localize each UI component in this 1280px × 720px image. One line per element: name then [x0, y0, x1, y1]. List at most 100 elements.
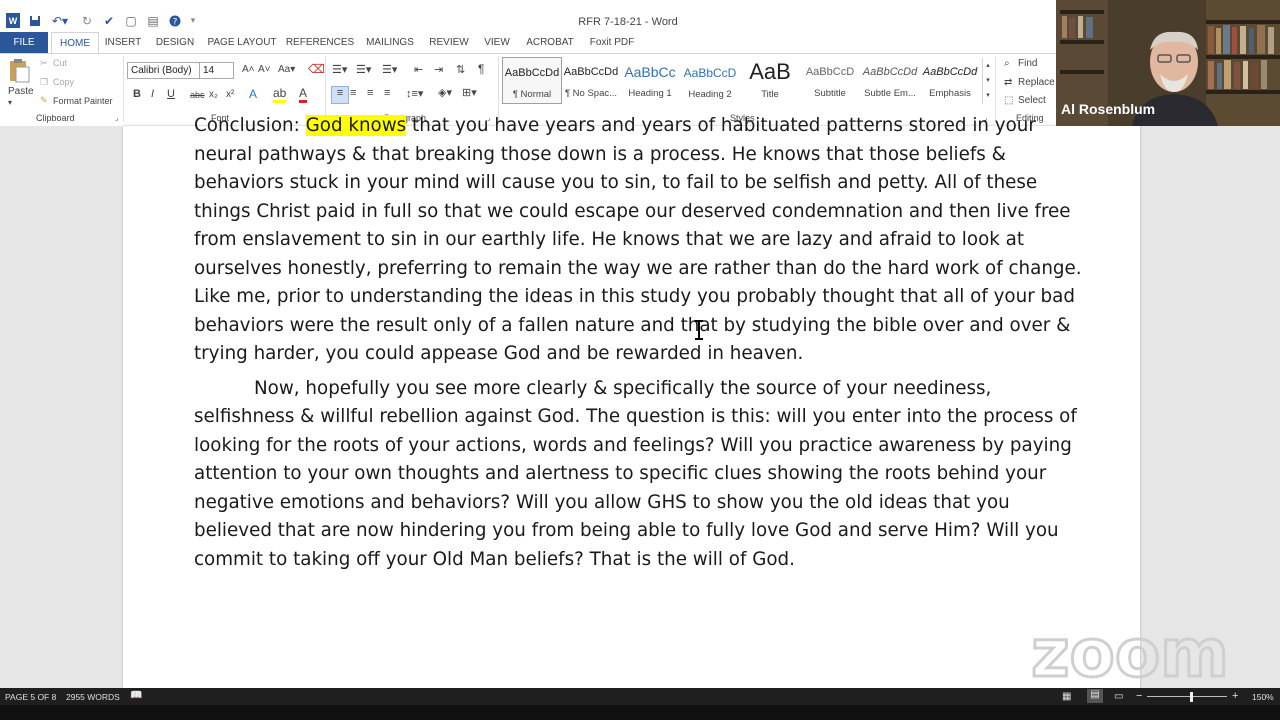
zoom-slider-thumb[interactable] [1190, 692, 1193, 702]
style-sample: AaBbCcD [805, 66, 855, 78]
print-layout-icon[interactable]: ▤ [1087, 689, 1103, 703]
replace-icon[interactable]: ⇄ [1004, 77, 1012, 88]
style-name: ¶ No Spac... [564, 88, 618, 99]
paragraph-1[interactable]: Conclusion: God knows that you have year… [194, 112, 1084, 369]
style-name: Subtitle [814, 88, 846, 99]
zoom-watermark-text: zoom [1031, 622, 1229, 684]
align-left-icon[interactable]: ≡ [331, 86, 349, 104]
font-name-box[interactable]: Calibri (Body) [127, 62, 200, 79]
zoom-slider[interactable] [1147, 696, 1227, 697]
copy-icon[interactable]: ❐ [40, 77, 48, 88]
bold-button[interactable]: B [133, 88, 141, 100]
tab-insert[interactable]: INSERT [100, 32, 146, 53]
bullets-icon[interactable]: ☰▾ [332, 63, 347, 76]
clipboard-group-label: Clipboard [36, 113, 75, 123]
change-case-icon[interactable]: Aa▾ [278, 64, 295, 75]
superscript-button[interactable]: x² [226, 89, 234, 100]
style-sample: AaBbCcDd [504, 67, 560, 79]
paste-button[interactable]: Paste [8, 86, 34, 97]
tab-design[interactable]: DESIGN [150, 32, 200, 53]
numbering-icon[interactable]: ☰▾ [356, 63, 371, 76]
tab-home[interactable]: HOME [51, 32, 99, 54]
text-run: Now, hopefully you see more clearly & sp… [194, 377, 1077, 570]
style-name: ¶ Normal [512, 89, 552, 100]
increase-indent-icon[interactable]: ⇥ [434, 63, 443, 76]
style-emphasis[interactable]: AaBbCcDd Emphasis [921, 57, 979, 102]
cut-icon[interactable]: ✂ [40, 58, 48, 69]
style-normal[interactable]: AaBbCcDd ¶ Normal [502, 57, 562, 104]
style-sample: AaB [749, 59, 791, 84]
style-name: Heading 1 [628, 88, 672, 99]
tab-foxit-pdf[interactable]: Foxit PDF [584, 32, 640, 53]
line-spacing-icon[interactable]: ↕≡▾ [406, 87, 423, 100]
tab-page-layout[interactable]: PAGE LAYOUT [204, 32, 280, 53]
decrease-indent-icon[interactable]: ⇤ [414, 63, 423, 76]
tab-mailings[interactable]: MAILINGS [360, 32, 420, 53]
clipboard-launcher-icon[interactable]: ⌟ [115, 114, 118, 122]
style-subtitle[interactable]: AaBbCcD Subtitle [801, 57, 859, 102]
copy-button[interactable]: Copy [53, 77, 74, 87]
replace-button[interactable]: Replace [1018, 77, 1055, 88]
zoom-out-icon[interactable]: − [1136, 690, 1142, 702]
strikethrough-button[interactable]: abc [190, 90, 205, 100]
subscript-button[interactable]: x₂ [209, 89, 218, 100]
borders-icon[interactable]: ⊞▾ [462, 86, 477, 99]
style-sample: AaBbCcDd [563, 66, 619, 78]
style-sample: AaBbCc [624, 64, 676, 80]
underline-button[interactable]: U [167, 88, 175, 100]
shrink-font-icon[interactable]: A˅ [258, 64, 271, 75]
align-right-icon[interactable]: ≡ [367, 87, 373, 99]
tab-acrobat[interactable]: ACROBAT [520, 32, 580, 53]
page-count[interactable]: PAGE 5 OF 8 [5, 692, 56, 702]
highlighted-text: God knows [305, 115, 407, 136]
style-title[interactable]: AaB Title [741, 57, 799, 102]
style-heading-2[interactable]: AaBbCcD Heading 2 [681, 57, 739, 102]
clear-formatting-icon[interactable]: ⌫ [308, 62, 325, 76]
sort-icon[interactable]: ⇅ [456, 63, 465, 76]
tab-references[interactable]: REFERENCES [284, 32, 356, 53]
show-formatting-marks-icon[interactable]: ¶ [478, 62, 484, 76]
style-name: Emphasis [929, 88, 971, 99]
select-button[interactable]: Select [1018, 95, 1046, 106]
paste-dropdown-icon[interactable]: ▾ [8, 98, 12, 107]
font-size-box[interactable]: 14 [199, 62, 234, 79]
find-icon[interactable]: ⌕ [1004, 58, 1010, 69]
status-bar: PAGE 5 OF 8 2955 WORDS 📖 ▦ ▤ ▭ − + 150% [0, 688, 1280, 705]
taskbar-strip [0, 705, 1280, 720]
participant-name: Al Rosenblum [1061, 101, 1156, 117]
format-painter-button[interactable]: Format Painter [53, 96, 113, 106]
tab-view[interactable]: VIEW [478, 32, 516, 53]
align-center-icon[interactable]: ≡ [350, 87, 356, 99]
text-effects-icon[interactable]: A [249, 87, 257, 101]
web-layout-icon[interactable]: ▭ [1114, 691, 1123, 702]
tab-file[interactable]: FILE [0, 32, 48, 53]
proofing-icon[interactable]: 📖 [130, 690, 142, 701]
style-sample: AaBbCcDd [922, 66, 978, 78]
grow-font-icon[interactable]: A˄ [242, 64, 255, 75]
zoom-in-icon[interactable]: + [1232, 690, 1238, 702]
ribbon-tab-row: FILE HOME INSERT DESIGN PAGE LAYOUT REFE… [0, 32, 1056, 54]
style-heading-1[interactable]: AaBbCc Heading 1 [621, 57, 679, 102]
select-icon[interactable]: ⬚ [1004, 95, 1013, 106]
font-color-icon[interactable]: A [299, 86, 308, 103]
cut-button[interactable]: Cut [53, 58, 67, 68]
paste-icon[interactable] [8, 58, 30, 84]
italic-button[interactable]: I [151, 88, 154, 100]
shading-icon[interactable]: ◈▾ [438, 86, 452, 99]
style-no-spacing[interactable]: AaBbCcDd ¶ No Spac... [562, 57, 620, 102]
find-button[interactable]: Find [1018, 58, 1037, 69]
tab-review[interactable]: REVIEW [424, 32, 474, 53]
read-mode-icon[interactable]: ▦ [1062, 691, 1071, 702]
style-subtle-emphasis[interactable]: AaBbCcDd Subtle Em... [861, 57, 919, 102]
styles-scroll-arrows-icon[interactable]: ▴ ▾ ▾ [982, 58, 993, 104]
zoom-watermark-logo: zoom [1028, 614, 1233, 694]
zoom-level[interactable]: 150% [1252, 692, 1274, 702]
highlight-color-icon[interactable]: ab [273, 86, 287, 103]
multilevel-list-icon[interactable]: ☰▾ [382, 63, 397, 76]
text-run: that you have years and years of habitua… [406, 115, 1036, 136]
document-body[interactable]: Conclusion: God knows that you have year… [194, 112, 1084, 574]
format-painter-icon[interactable]: ✎ [40, 95, 48, 106]
paragraph-2[interactable]: Now, hopefully you see more clearly & sp… [194, 375, 1084, 575]
word-count[interactable]: 2955 WORDS [66, 692, 120, 702]
justify-icon[interactable]: ≡ [384, 87, 390, 99]
